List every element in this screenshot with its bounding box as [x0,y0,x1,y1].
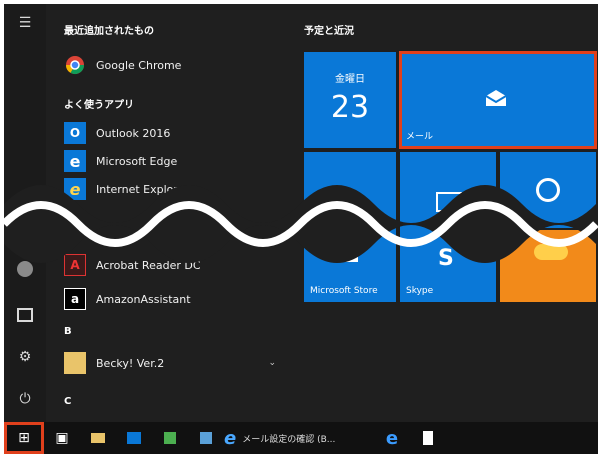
taskbar: ⊞ ▣ e メール設定の確認 (B... e [4,422,598,454]
window-title: メール設定の確認 (B... [242,434,336,445]
app-label: Google Chrome [96,58,182,72]
calendar-date: 23 [330,90,370,125]
frequent-header: よく使うアプリ [64,100,134,111]
hamburger-menu-button[interactable]: ☰ [4,8,46,38]
store-tile-label: Microsoft Store [310,286,378,296]
taskbar-network-app[interactable] [188,422,224,454]
section-c: C [64,396,72,407]
calendar-day: 金曜日 [335,74,365,85]
task-view-button[interactable]: ▣ [44,422,80,454]
taskbar-file-explorer[interactable] [80,422,116,454]
hamburger-icon: ☰ [18,15,32,31]
power-button[interactable]: ⏻ [4,384,46,414]
power-icon: ⏻ [19,391,31,407]
skype-tile-label: Skype [406,286,434,296]
app-edge[interactable]: e Microsoft Edge [64,148,284,174]
ie-icon: e [224,427,237,449]
outlook-icon: O [64,122,86,144]
app-label: Outlook 2016 [96,126,171,140]
start-button[interactable]: ⊞ [4,422,44,454]
app-label: AmazonAssistant [96,292,191,306]
app-outlook[interactable]: O Outlook 2016 [64,120,284,146]
mail-tile[interactable]: メール [399,51,597,149]
outlook-icon [127,432,141,444]
chrome-icon [64,54,86,76]
amazon-icon: a [64,288,86,310]
app-amazon-assistant[interactable]: a AmazonAssistant [64,286,284,312]
edge-icon: e [64,150,86,172]
taskbar-edge[interactable]: e [374,422,410,454]
folder-icon [64,352,86,374]
edge-icon: e [385,427,399,449]
section-b: B [64,326,72,337]
start-menu: ☰ ⚙ ⏻ 最近追加されたもの Google Chrome よく使うアプリ O … [4,4,598,454]
mail-icon [484,88,508,112]
chevron-down-icon[interactable]: ⌄ [268,358,276,368]
windows-logo-icon: ⊞ [18,430,30,446]
pictures-button[interactable] [4,300,46,330]
app-becky[interactable]: Becky! Ver.2 ⌄ [64,350,284,376]
tile-group-header: 予定と近況 [304,26,354,37]
recent-header: 最近追加されたもの [64,26,154,37]
taskbar-ie-window[interactable]: e メール設定の確認 (B... [224,422,374,454]
pictures-icon [17,308,33,322]
app-label: Microsoft Edge [96,154,178,168]
taskbar-outlook[interactable] [116,422,152,454]
app-label: Becky! Ver.2 [96,356,165,370]
network-icon [200,432,212,444]
taskbar-app[interactable] [152,422,188,454]
mail-tile-label: メール [406,132,434,142]
taskbar-document[interactable] [410,422,446,454]
app-icon [164,432,176,444]
app-google-chrome[interactable]: Google Chrome [64,52,284,78]
folder-icon [91,433,105,443]
wavy-cut-decoration [4,185,598,263]
task-view-icon: ▣ [55,430,69,446]
document-icon [423,431,433,445]
gear-icon: ⚙ [18,349,32,365]
settings-button[interactable]: ⚙ [4,342,46,372]
calendar-tile[interactable]: 金曜日 23 [304,52,396,148]
